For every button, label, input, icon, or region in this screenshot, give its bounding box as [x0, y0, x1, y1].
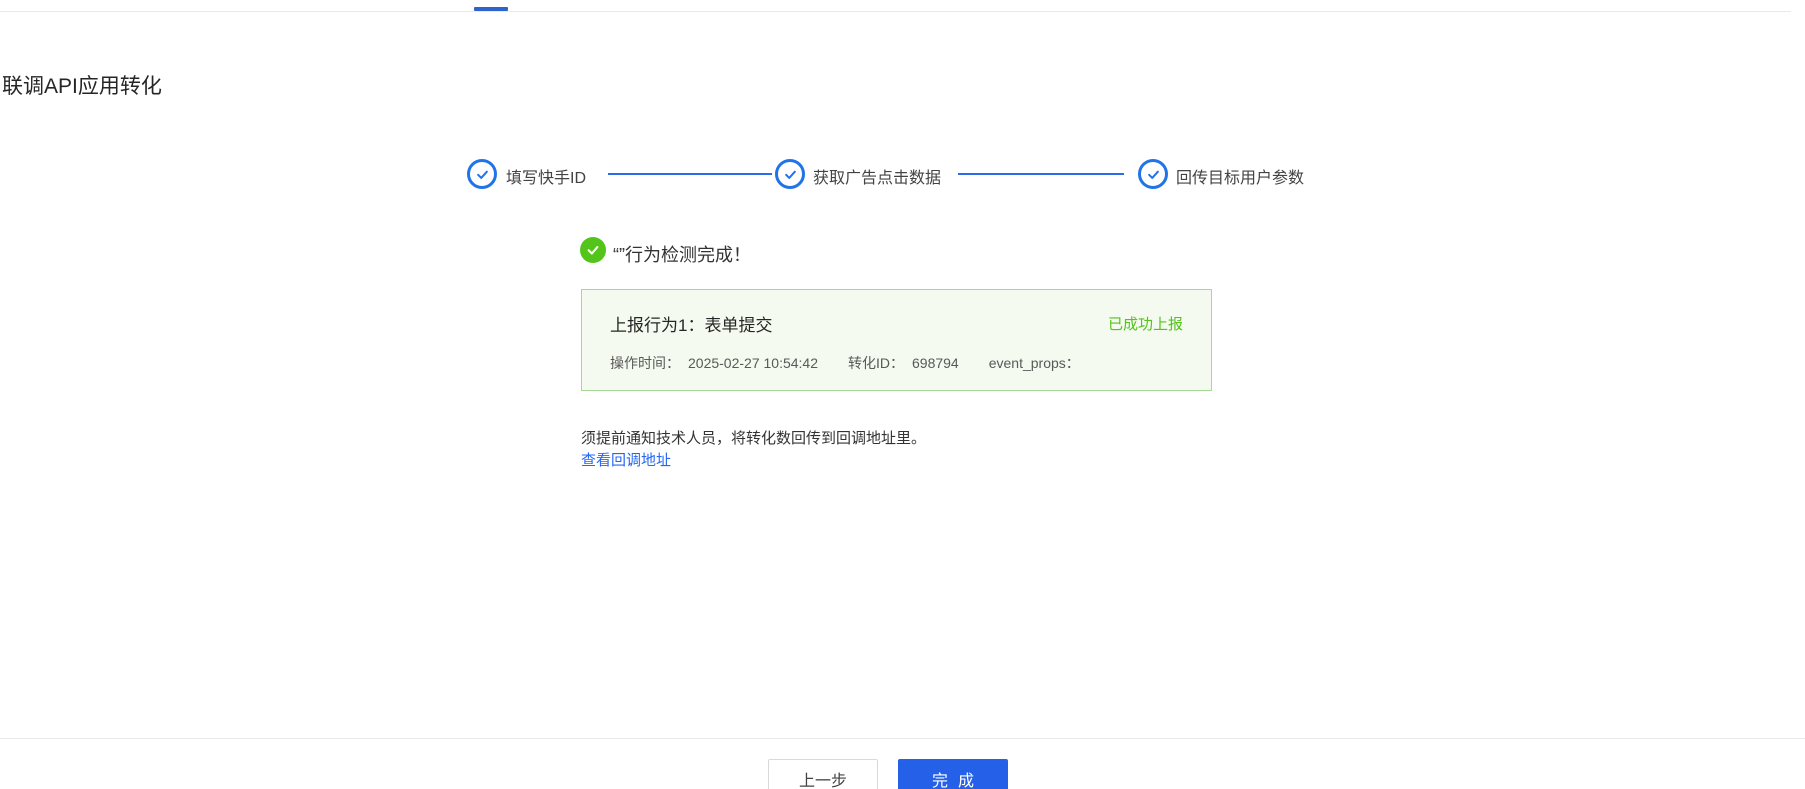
step-1-label: 填写快手ID [506, 164, 586, 188]
step-connector-1 [608, 173, 772, 175]
callback-note: 须提前通知技术人员，将转化数回传到回调地址里。 [581, 427, 926, 448]
check-icon [475, 167, 490, 182]
success-check-icon [580, 237, 606, 263]
page: 联调API应用转化 填写快手ID 获取广告点击数据 回传目标用户参数 “”行为检… [0, 0, 1805, 789]
conversion-id-value: 698794 [912, 355, 959, 371]
check-icon [1146, 167, 1161, 182]
step-2-check-circle-icon [775, 159, 805, 189]
field-event-props: event_props： [989, 353, 1088, 373]
operation-time-value: 2025-02-27 10:54:42 [688, 355, 818, 371]
step-2-label: 获取广告点击数据 [813, 164, 941, 188]
conversion-id-label: 转化ID： [848, 355, 904, 371]
done-button[interactable]: 完成 [898, 759, 1008, 789]
view-callback-address-link[interactable]: 查看回调地址 [581, 449, 671, 470]
previous-step-button[interactable]: 上一步 [768, 759, 878, 789]
top-tab-bar [0, 0, 1791, 12]
detection-complete-message: “”行为检测完成！ [613, 241, 751, 267]
step-1-check-circle-icon [467, 159, 497, 189]
field-operation-time: 操作时间： 2025-02-27 10:54:42 [610, 353, 818, 373]
active-tab-indicator [474, 7, 508, 11]
step-connector-2 [958, 173, 1124, 175]
check-icon [783, 167, 798, 182]
step-3-check-circle-icon [1138, 159, 1168, 189]
event-props-label: event_props： [989, 355, 1080, 371]
page-title: 联调API应用转化 [2, 74, 162, 100]
field-conversion-id: 转化ID： 698794 [848, 353, 959, 373]
report-status-badge: 已成功上报 [1108, 313, 1183, 334]
footer-bar: 上一步 完成 [0, 738, 1805, 789]
report-result-card: 上报行为1：表单提交 已成功上报 操作时间： 2025-02-27 10:54:4… [581, 289, 1212, 391]
operation-time-label: 操作时间： [610, 355, 680, 371]
check-icon [586, 243, 600, 257]
report-behavior-title: 上报行为1：表单提交 [610, 311, 772, 336]
step-3-label: 回传目标用户参数 [1176, 164, 1304, 188]
